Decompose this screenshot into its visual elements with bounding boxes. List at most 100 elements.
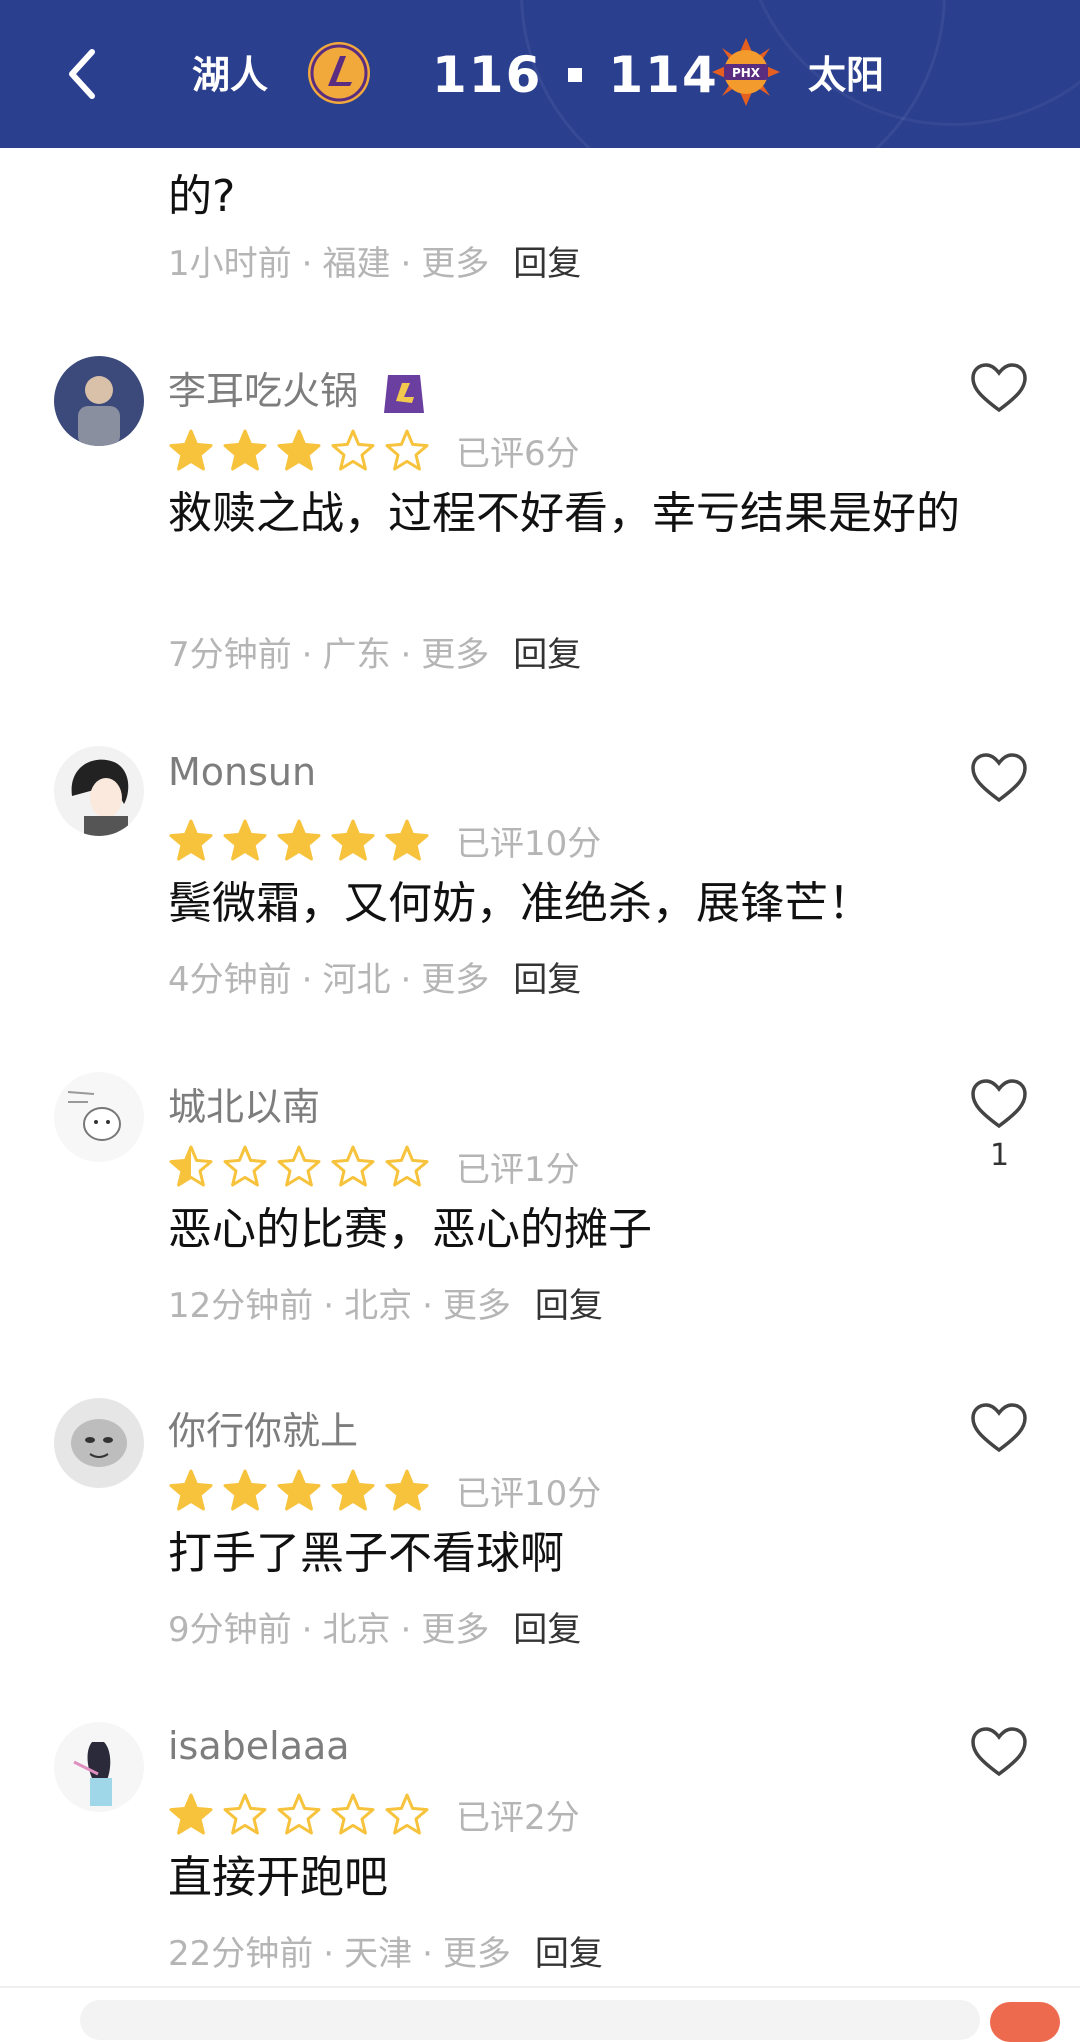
like-heart-icon[interactable]: [970, 1402, 1028, 1454]
meta-separator: ·: [422, 1934, 433, 1974]
comment-time: 7分钟前: [168, 635, 292, 675]
meta-separator: ·: [301, 960, 313, 1000]
rating-score: 已评10分: [456, 824, 602, 864]
comment-time: 12分钟前: [168, 1286, 314, 1326]
comment-meta: 4分钟前 · 河北 · 更多 回复: [168, 952, 581, 1001]
user-avatar[interactable]: [54, 1398, 144, 1488]
username[interactable]: Monsun: [168, 750, 316, 794]
comment-time: 22分钟前: [168, 1934, 314, 1974]
star-empty-icon: [385, 1145, 429, 1186]
comment-meta: 12分钟前 · 北京 · 更多 回复: [168, 1278, 603, 1327]
more-link[interactable]: 更多: [421, 1610, 489, 1650]
username[interactable]: 城北以南: [168, 1076, 320, 1131]
comment-location: 河北: [322, 960, 391, 1000]
comment-location: 北京: [344, 1286, 413, 1326]
username[interactable]: isabelaaa: [168, 1724, 350, 1768]
rating-stars: 已评10分: [168, 1466, 601, 1515]
meta-separator: ·: [400, 1610, 412, 1650]
meta-separator: ·: [323, 1934, 335, 1974]
more-link[interactable]: 更多: [421, 244, 489, 284]
meta-separator: ·: [301, 1610, 313, 1650]
meta-separator: ·: [422, 1286, 433, 1326]
comment-location: 广东: [322, 635, 391, 675]
comment-input-bar[interactable]: [80, 2000, 980, 2040]
home-team-name[interactable]: 湖人: [192, 44, 268, 99]
reply-button[interactable]: 回复: [535, 1286, 603, 1326]
rating-stars: 已评2分: [168, 1790, 580, 1839]
star-empty-icon: [385, 429, 429, 470]
comment-meta: 22分钟前 · 天津 · 更多 回复: [168, 1926, 603, 1975]
comment-text: 恶心的比赛，恶心的摊子: [168, 1204, 652, 1255]
meta-separator: ·: [301, 635, 313, 675]
star-filled-icon: [277, 819, 321, 860]
user-avatar[interactable]: [54, 746, 144, 836]
star-filled-icon: [223, 429, 267, 470]
away-score: 114: [608, 46, 719, 104]
star-filled-icon: [385, 1469, 429, 1510]
rating-score: 已评1分: [456, 1150, 580, 1190]
comment-time: 9分钟前: [168, 1610, 292, 1650]
reply-button[interactable]: 回复: [513, 960, 581, 1000]
like-heart-icon[interactable]: [970, 752, 1028, 804]
star-rating-group: [168, 818, 438, 864]
comment-text: 鬓微霜，又何妨，准绝杀，展锋芒！: [168, 878, 872, 929]
more-link[interactable]: 更多: [443, 1286, 511, 1326]
reply-button[interactable]: 回复: [535, 1934, 603, 1974]
like-heart-icon[interactable]: [970, 362, 1028, 414]
comment-location: 天津: [344, 1934, 413, 1974]
star-filled-icon: [223, 819, 267, 860]
back-arrow-icon[interactable]: [58, 44, 108, 104]
more-link[interactable]: 更多: [443, 1934, 511, 1974]
game-header: 湖人 116 114 PHX 太阳: [0, 0, 1080, 148]
like-count: 1: [990, 1138, 1010, 1173]
comment-text: 直接开跑吧: [168, 1852, 388, 1903]
star-filled-icon: [331, 1469, 375, 1510]
like-heart-icon[interactable]: [970, 1726, 1028, 1778]
rating-stars: 已评6分: [168, 426, 580, 475]
suns-logo-icon[interactable]: PHX: [710, 36, 782, 108]
star-empty-icon: [331, 429, 375, 470]
score-separator: [568, 68, 583, 82]
star-empty-icon: [277, 1793, 321, 1834]
svg-text:PHX: PHX: [732, 66, 761, 80]
star-empty-icon: [223, 1793, 267, 1834]
comment-location: 福建: [322, 244, 391, 284]
star-filled-icon: [169, 1469, 213, 1510]
star-empty-icon: [331, 1145, 375, 1186]
comment-text: 打手了黑子不看球啊: [168, 1528, 564, 1579]
star-rating-group: [168, 1468, 438, 1514]
more-link[interactable]: 更多: [421, 635, 489, 675]
rating-stars: 已评1分: [168, 1142, 580, 1191]
reply-button[interactable]: 回复: [513, 635, 581, 675]
user-avatar[interactable]: [54, 356, 144, 446]
meta-separator: ·: [400, 635, 412, 675]
divider: [0, 1986, 1080, 1988]
meta-separator: ·: [301, 244, 313, 284]
rating-stars: 已评10分: [168, 816, 601, 865]
reply-button[interactable]: 回复: [513, 244, 581, 284]
star-empty-icon: [331, 1793, 375, 1834]
away-team-name[interactable]: 太阳: [808, 44, 884, 99]
comment-meta: 1小时前 · 福建 · 更多 回复: [168, 236, 581, 285]
star-half-icon: [169, 1145, 213, 1186]
user-avatar[interactable]: [54, 1072, 144, 1162]
star-filled-icon: [277, 429, 321, 470]
star-empty-icon: [277, 1145, 321, 1186]
reply-button[interactable]: 回复: [513, 1610, 581, 1650]
rating-score: 已评2分: [456, 1798, 580, 1838]
username-text[interactable]: 李耳吃火锅: [168, 369, 358, 413]
meta-separator: ·: [323, 1286, 335, 1326]
team-badge-icon: [384, 374, 425, 413]
lakers-logo-icon[interactable]: [306, 40, 372, 106]
star-filled-icon: [169, 429, 213, 470]
rating-score: 已评10分: [456, 1474, 602, 1514]
more-link[interactable]: 更多: [421, 960, 489, 1000]
comment-time: 4分钟前: [168, 960, 292, 1000]
comment-meta: 7分钟前 · 广东 · 更多 回复: [168, 627, 581, 676]
comment-time: 1小时前: [168, 244, 292, 284]
send-button[interactable]: [990, 2002, 1060, 2042]
username[interactable]: 李耳吃火锅: [168, 360, 426, 417]
username[interactable]: 你行你就上: [168, 1400, 358, 1455]
user-avatar[interactable]: [54, 1722, 144, 1812]
like-heart-icon[interactable]: [970, 1078, 1028, 1130]
